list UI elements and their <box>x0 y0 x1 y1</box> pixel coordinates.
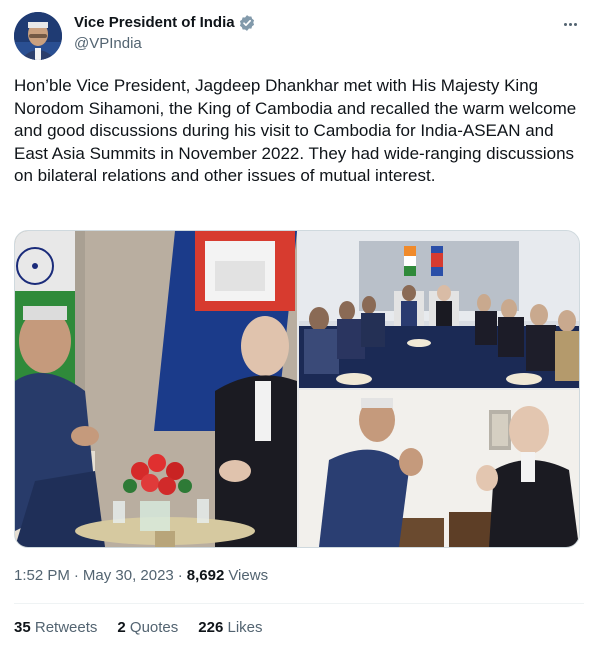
views-count: 8,692 <box>186 567 225 584</box>
more-horizontal-icon[interactable] <box>558 12 582 36</box>
verified-badge-icon <box>238 14 256 32</box>
author-name-row: Vice President of India <box>74 13 256 33</box>
media-grid <box>14 230 580 548</box>
photo-2[interactable] <box>299 231 579 388</box>
photo-3[interactable] <box>299 390 579 547</box>
retweets-stat[interactable]: 35 Retweets <box>14 618 97 638</box>
tweet-card: Vice President of India @VPIndia Hon’ble… <box>0 0 597 650</box>
tweet-meta: 1:52 PM · May 30, 2023 · 8,692 Views <box>14 566 268 586</box>
quotes-stat[interactable]: 2 Quotes <box>117 618 178 638</box>
likes-count: 226 <box>198 619 224 636</box>
meta-separator: · <box>73 567 79 584</box>
photo-1[interactable] <box>15 231 297 547</box>
retweets-count: 35 <box>14 619 31 636</box>
quotes-count: 2 <box>117 619 126 636</box>
likes-stat[interactable]: 226 Likes <box>198 618 262 638</box>
quotes-label: Quotes <box>129 619 179 636</box>
tweet-date[interactable]: May 30, 2023 <box>83 566 174 586</box>
likes-label: Likes <box>227 619 263 636</box>
divider <box>14 603 584 604</box>
meta-separator: · <box>177 567 183 584</box>
author-display-name[interactable]: Vice President of India <box>74 13 235 33</box>
author-avatar[interactable] <box>14 12 62 60</box>
tweet-time[interactable]: 1:52 PM <box>14 566 70 586</box>
tweet-stats: 35 Retweets 2 Quotes 226 Likes <box>14 618 283 638</box>
tweet-text: Hon’ble Vice President, Jagdeep Dhankhar… <box>14 76 577 185</box>
views-label: Views <box>228 567 269 584</box>
retweets-label: Retweets <box>34 619 98 636</box>
author-handle[interactable]: @VPIndia <box>74 34 142 54</box>
